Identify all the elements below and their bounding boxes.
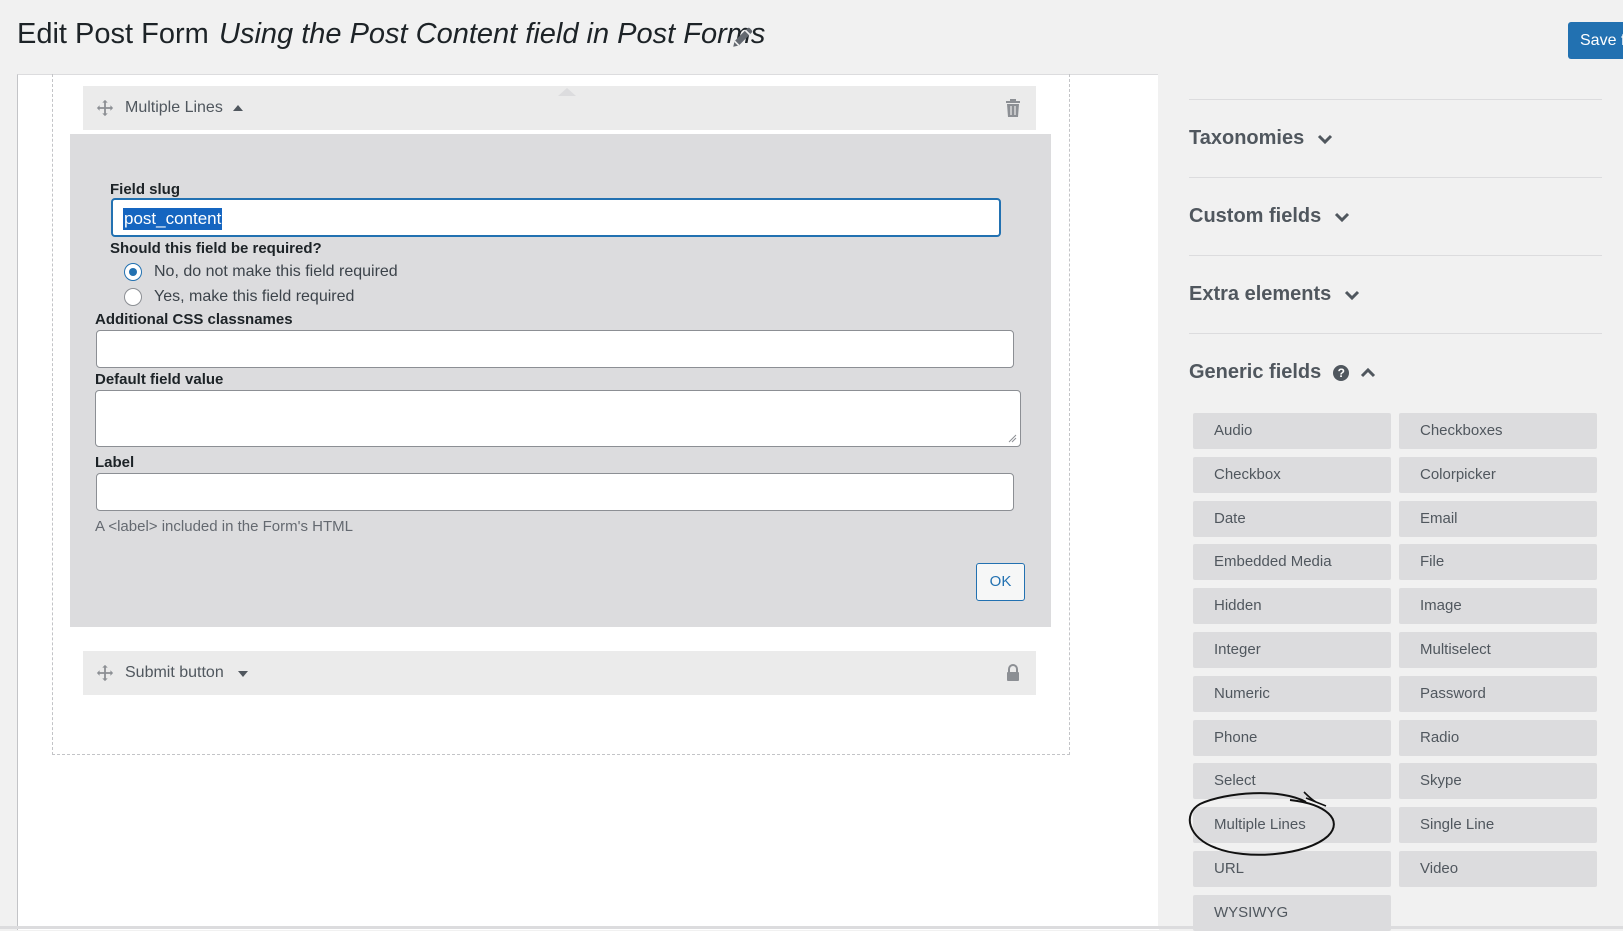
field-slug-value: post_content: [123, 208, 223, 230]
label-field-label: Label: [95, 454, 135, 471]
save-button[interactable]: Save f: [1568, 22, 1623, 59]
generic-field-button[interactable]: Select: [1193, 763, 1391, 799]
generic-field-button[interactable]: Video: [1399, 851, 1597, 887]
generic-field-button[interactable]: Skype: [1399, 763, 1597, 799]
section-custom-fields[interactable]: Custom fields: [1189, 205, 1351, 228]
generic-field-button[interactable]: Audio: [1193, 413, 1391, 449]
chevron-down-icon[interactable]: [1316, 130, 1334, 148]
default-value-textarea[interactable]: [95, 390, 1021, 447]
generic-field-button[interactable]: Colorpicker: [1399, 457, 1597, 493]
generic-field-button[interactable]: File: [1399, 544, 1597, 580]
field-slug-label: Field slug: [110, 181, 181, 198]
move-icon[interactable]: [96, 664, 114, 682]
field-header-submit-button[interactable]: Submit button: [83, 651, 1036, 695]
generic-field-button[interactable]: Checkbox: [1193, 457, 1391, 493]
label-input[interactable]: [96, 473, 1014, 511]
form-title[interactable]: Using the Post Content field in Post For…: [219, 18, 765, 51]
sidebar-divider: [1189, 333, 1602, 334]
required-option-yes[interactable]: Yes, make this field required: [124, 288, 354, 306]
generic-field-button[interactable]: Phone: [1193, 720, 1391, 756]
chevron-down-icon[interactable]: [1343, 286, 1361, 304]
section-title: Extra elements: [1189, 283, 1332, 305]
chevron-down-icon[interactable]: [1333, 208, 1351, 226]
generic-field-button[interactable]: Multiple Lines: [1193, 807, 1391, 843]
lock-icon: [1007, 664, 1019, 681]
required-option-no-label: No, do not make this field required: [154, 263, 398, 280]
panel-notch: [558, 88, 576, 96]
move-icon[interactable]: [96, 99, 114, 117]
label-help-text: A <label> included in the Form's HTML: [95, 518, 353, 535]
generic-field-button[interactable]: Hidden: [1193, 588, 1391, 624]
generic-field-button[interactable]: Integer: [1193, 632, 1391, 668]
sidebar-divider: [1189, 99, 1602, 100]
chevron-up-icon[interactable]: [1359, 364, 1377, 382]
field-slug-input[interactable]: post_content: [111, 198, 1001, 237]
css-classnames-label: Additional CSS classnames: [95, 311, 293, 328]
generic-field-button[interactable]: Numeric: [1193, 676, 1391, 712]
page-header: Edit Post Form Using the Post Content fi…: [0, 0, 1623, 75]
caret-up-icon[interactable]: [233, 105, 243, 111]
section-title: Custom fields: [1189, 205, 1322, 227]
ok-button[interactable]: OK: [976, 563, 1025, 601]
caret-down-icon[interactable]: [238, 671, 248, 677]
required-option-yes-label: Yes, make this field required: [154, 288, 355, 305]
sidebar-divider: [1189, 177, 1602, 178]
section-generic-fields[interactable]: Generic fields ?: [1189, 361, 1377, 384]
sidebar-divider: [1189, 255, 1602, 256]
generic-field-button[interactable]: URL: [1193, 851, 1391, 887]
section-title: Taxonomies: [1189, 127, 1305, 149]
generic-field-button[interactable]: Email: [1399, 501, 1597, 537]
required-question-label: Should this field be required?: [110, 240, 322, 257]
section-taxonomies[interactable]: Taxonomies: [1189, 127, 1334, 150]
field-header-label: Submit button: [125, 664, 224, 681]
required-option-no[interactable]: No, do not make this field required: [124, 263, 398, 281]
default-value-label: Default field value: [95, 371, 224, 388]
pencil-icon[interactable]: [730, 24, 756, 50]
generic-field-button[interactable]: Date: [1193, 501, 1391, 537]
trash-icon[interactable]: [1004, 98, 1022, 118]
resize-grip-icon[interactable]: [1008, 434, 1017, 443]
generic-field-button[interactable]: Checkboxes: [1399, 413, 1597, 449]
section-title: Generic fields: [1189, 361, 1322, 383]
section-extra-elements[interactable]: Extra elements: [1189, 283, 1361, 306]
help-icon[interactable]: ?: [1333, 364, 1350, 381]
generic-field-button[interactable]: Embedded Media: [1193, 544, 1391, 580]
generic-field-button[interactable]: Password: [1399, 676, 1597, 712]
page-title: Edit Post Form: [17, 18, 209, 50]
generic-field-button[interactable]: Multiselect: [1399, 632, 1597, 668]
generic-field-button[interactable]: Image: [1399, 588, 1597, 624]
generic-field-button[interactable]: Radio: [1399, 720, 1597, 756]
radio-checked-icon[interactable]: [124, 263, 142, 281]
field-header-label: Multiple Lines: [125, 99, 223, 116]
css-classnames-input[interactable]: [96, 330, 1014, 368]
generic-field-button[interactable]: Single Line: [1399, 807, 1597, 843]
radio-unchecked-icon[interactable]: [124, 288, 142, 306]
